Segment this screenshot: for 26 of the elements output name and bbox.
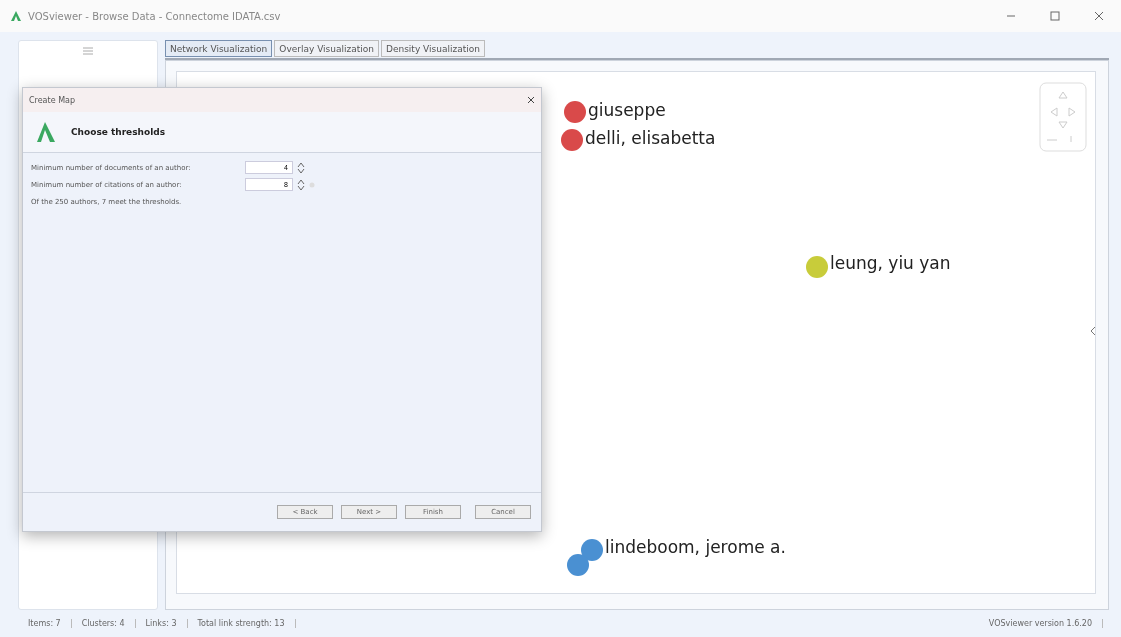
- tab[interactable]: Network Visualization: [165, 40, 273, 57]
- status-item: Links: 3: [135, 619, 188, 628]
- status-item: Clusters: 4: [71, 619, 136, 628]
- node-label: lindeboom, jerome a.: [605, 537, 786, 557]
- tab[interactable]: Overlay Visualization: [274, 40, 379, 57]
- node-circle[interactable]: [564, 101, 586, 123]
- close-icon[interactable]: [527, 96, 535, 104]
- spinner-icon[interactable]: [297, 161, 305, 174]
- version-label: VOSviewer version 1.6.20: [978, 619, 1103, 628]
- spinner-icon[interactable]: [297, 178, 305, 191]
- app-logo-icon: [35, 120, 57, 144]
- window-title: VOSviewer - Browse Data - Connectome IDATA.csv: [28, 10, 281, 22]
- status-item: Total link strength: 13: [187, 619, 296, 628]
- node-circle[interactable]: [567, 554, 589, 576]
- dialog-title: Create Map: [29, 95, 75, 105]
- node-label: leung, yiu yan: [830, 253, 951, 273]
- status-item: Items: 7: [18, 619, 72, 628]
- dialog-heading: Choose thresholds: [71, 127, 166, 137]
- app-logo-icon: [10, 10, 22, 22]
- node-label: delli, elisabetta: [585, 128, 716, 148]
- node-circle[interactable]: [806, 256, 828, 278]
- info-icon: [309, 181, 315, 188]
- node-circle[interactable]: [581, 539, 603, 561]
- tab[interactable]: Density Visualization: [381, 40, 485, 57]
- node-circle[interactable]: [561, 129, 583, 151]
- node-label: giuseppe: [588, 100, 666, 120]
